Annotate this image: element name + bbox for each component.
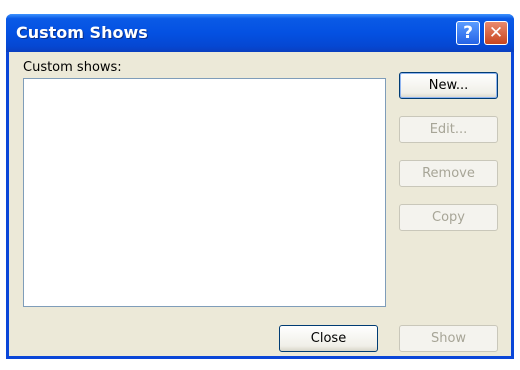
- new-button[interactable]: New...: [399, 72, 498, 99]
- close-icon[interactable]: ✕: [484, 21, 508, 45]
- copy-button[interactable]: Copy: [399, 204, 498, 231]
- dialog-title: Custom Shows: [16, 23, 148, 42]
- remove-button[interactable]: Remove: [399, 160, 498, 187]
- help-icon[interactable]: ?: [456, 21, 480, 45]
- custom-shows-dialog: Custom Shows ? ✕ Custom shows: New... Ed…: [6, 14, 514, 359]
- show-button[interactable]: Show: [399, 325, 498, 352]
- title-bar[interactable]: Custom Shows ? ✕: [6, 14, 514, 52]
- custom-shows-label: Custom shows:: [23, 60, 122, 75]
- edit-button[interactable]: Edit...: [399, 116, 498, 143]
- custom-shows-list[interactable]: [23, 78, 386, 307]
- close-button[interactable]: Close: [279, 325, 378, 352]
